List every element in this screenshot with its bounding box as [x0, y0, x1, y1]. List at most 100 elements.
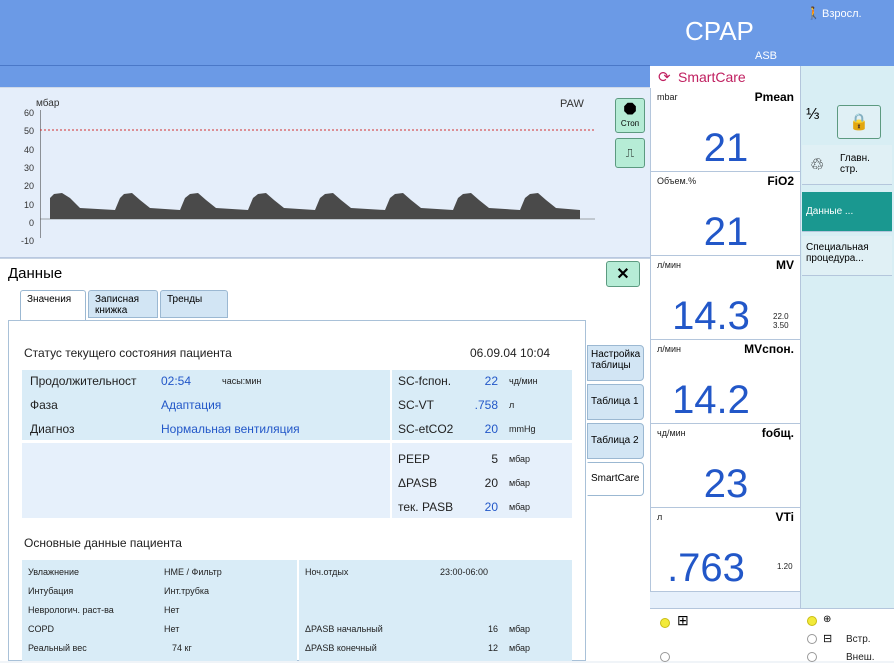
freeze-curve-button[interactable]: ⎍: [615, 138, 645, 168]
tab-table-1-label: Таблица 1: [591, 396, 639, 407]
neuro-value: Нет: [164, 605, 180, 615]
meter-name: MVспон.: [744, 342, 794, 356]
humidification-value: HME / Фильтр: [164, 567, 222, 577]
meter-fio2[interactable]: Объем.% FiO2 21: [650, 172, 800, 256]
meter-pmean[interactable]: mbar Pmean 21: [650, 88, 800, 172]
sc-vt-unit: л: [509, 400, 515, 410]
side-menu: [800, 0, 894, 661]
screen-lock-icon: 🔒: [849, 114, 869, 131]
meter-limits: 22.0 3.50: [773, 312, 789, 330]
mode-sub: ASB: [755, 50, 778, 62]
meter-mv-spon[interactable]: л/мин MVспон. 14.2: [650, 340, 800, 424]
tab-table-settings-label: Настройка таблицы: [591, 349, 641, 371]
patient-type[interactable]: 🚶 Взросл.: [800, 0, 894, 66]
cur-pasb-unit: мбар: [509, 502, 531, 512]
weight-label: Реальный вес: [28, 643, 87, 653]
meter-f-total[interactable]: чд/мин fобщ. 23: [650, 424, 800, 508]
tab-table-settings[interactable]: Настройка таблицы: [587, 345, 644, 381]
y-tick-label: 0: [28, 217, 34, 228]
special-procedure-label: Специальная процедура...: [806, 242, 869, 264]
sc-f-value: 22: [484, 374, 498, 388]
meter-limits: 1.20: [777, 562, 793, 571]
tab-trends[interactable]: Тренды: [160, 290, 228, 318]
meter-name: fобщ.: [761, 426, 794, 440]
sc-etco2-unit: mmHg: [509, 424, 536, 434]
tab-smartcare-label: SmartCare: [591, 473, 640, 484]
stop-button[interactable]: ⯃ Стоп: [615, 98, 645, 133]
humidification-label: Увлажнение: [28, 567, 80, 577]
tab-notebook[interactable]: Записная книжка: [88, 290, 158, 318]
meter-name: VTi: [775, 510, 794, 524]
intubation-value: Инт.трубка: [164, 586, 209, 596]
person-icon: 🚶: [806, 6, 821, 20]
phase-label: Фаза: [30, 398, 58, 412]
weight-value: 74 кг: [172, 643, 192, 653]
y-tick-label: 40: [23, 144, 34, 155]
meter-unit: л/мин: [657, 344, 681, 354]
tab-notebook-label: Записная книжка: [95, 294, 140, 316]
dpasb-start-unit: мбар: [509, 624, 531, 634]
meter-name: Pmean: [754, 90, 794, 104]
sc-etco2-label: SC-etCO2: [398, 422, 454, 436]
meter-value: 14.2: [672, 378, 750, 422]
dpasb-start-value: 16: [487, 624, 498, 634]
intubation-label: Интубация: [28, 586, 74, 596]
y-tick-label: 30: [23, 162, 34, 173]
diagnosis-value: Нормальная вентиляция: [161, 422, 300, 436]
close-button[interactable]: ✕: [606, 261, 640, 287]
meter-value: 14.3: [672, 294, 750, 338]
close-icon: ✕: [616, 266, 630, 283]
sc-f-label: SC-fспон.: [398, 374, 452, 388]
home-label: Главн. стр.: [840, 153, 870, 175]
smartcare-label: SmartCare: [678, 69, 746, 85]
sc-etco2-value: 20: [484, 422, 498, 436]
tab-table-2[interactable]: Таблица 2: [587, 423, 644, 459]
power-plug-icon: ⊕: [823, 614, 832, 625]
meter-unit: mbar: [657, 92, 678, 102]
meter-value: 23: [703, 462, 749, 506]
builtin-label: Встр.: [846, 634, 871, 645]
top-bar: [0, 0, 650, 66]
tab-values-label: Значения: [27, 294, 72, 305]
waveform-unit: мбар: [36, 98, 60, 109]
tab-smartcare[interactable]: SmartCare: [587, 462, 644, 496]
meter-vti[interactable]: л VTi .763 1.20: [650, 508, 800, 592]
dpasb-value: 20: [484, 476, 498, 490]
sc-vt-label: SC-VT: [398, 398, 434, 412]
special-procedure-button[interactable]: Специальная процедура...: [802, 236, 892, 276]
y-tick-label: 50: [23, 126, 34, 137]
ventilation-mode[interactable]: CPAP ASB: [650, 0, 800, 66]
numeric-display-icon[interactable]: ⅓: [806, 106, 819, 124]
peep-unit: мбар: [509, 454, 531, 464]
stop-octagon-icon: ⯃: [623, 102, 637, 119]
status-led: [807, 616, 817, 626]
meter-value: .763: [667, 546, 745, 590]
data-label: Данные ...: [806, 206, 854, 217]
status-title: Статус текущего состояния пациента: [24, 346, 232, 360]
mode-title: CPAP: [685, 16, 754, 46]
humidifier-icon: ⊞: [677, 612, 689, 628]
peep-label: PEEP: [398, 452, 431, 466]
meter-unit: л: [657, 512, 663, 522]
meter-value: 21: [703, 210, 749, 254]
meter-name: MV: [776, 258, 794, 272]
meter-unit: л/мин: [657, 260, 681, 270]
lock-screen-button[interactable]: 🔒: [837, 105, 881, 139]
tab-values[interactable]: Значения: [20, 290, 86, 321]
dpasb-end-value: 12: [487, 643, 498, 653]
data-button[interactable]: Данные ...: [802, 192, 892, 232]
y-tick-label: 60: [23, 108, 34, 118]
basic-data-title: Основные данные пациента: [24, 536, 182, 550]
pressure-curve: [40, 110, 595, 238]
meter-mv[interactable]: л/мин MV 14.3 22.0 3.50: [650, 256, 800, 340]
home-button[interactable]: ♲ Главн. стр.: [802, 145, 892, 185]
panel-title: Данные: [8, 265, 63, 282]
empty-box: [22, 443, 390, 518]
cur-pasb-value: 20: [484, 500, 498, 514]
second-bar: [0, 66, 650, 88]
duration-label: Продолжительност: [30, 374, 137, 388]
sc-vt-value: .758: [474, 398, 498, 412]
copd-value: Нет: [164, 624, 180, 634]
cur-pasb-label: тек. PASB: [398, 500, 454, 514]
smartcare-header: ⟳ SmartCare: [650, 66, 800, 88]
